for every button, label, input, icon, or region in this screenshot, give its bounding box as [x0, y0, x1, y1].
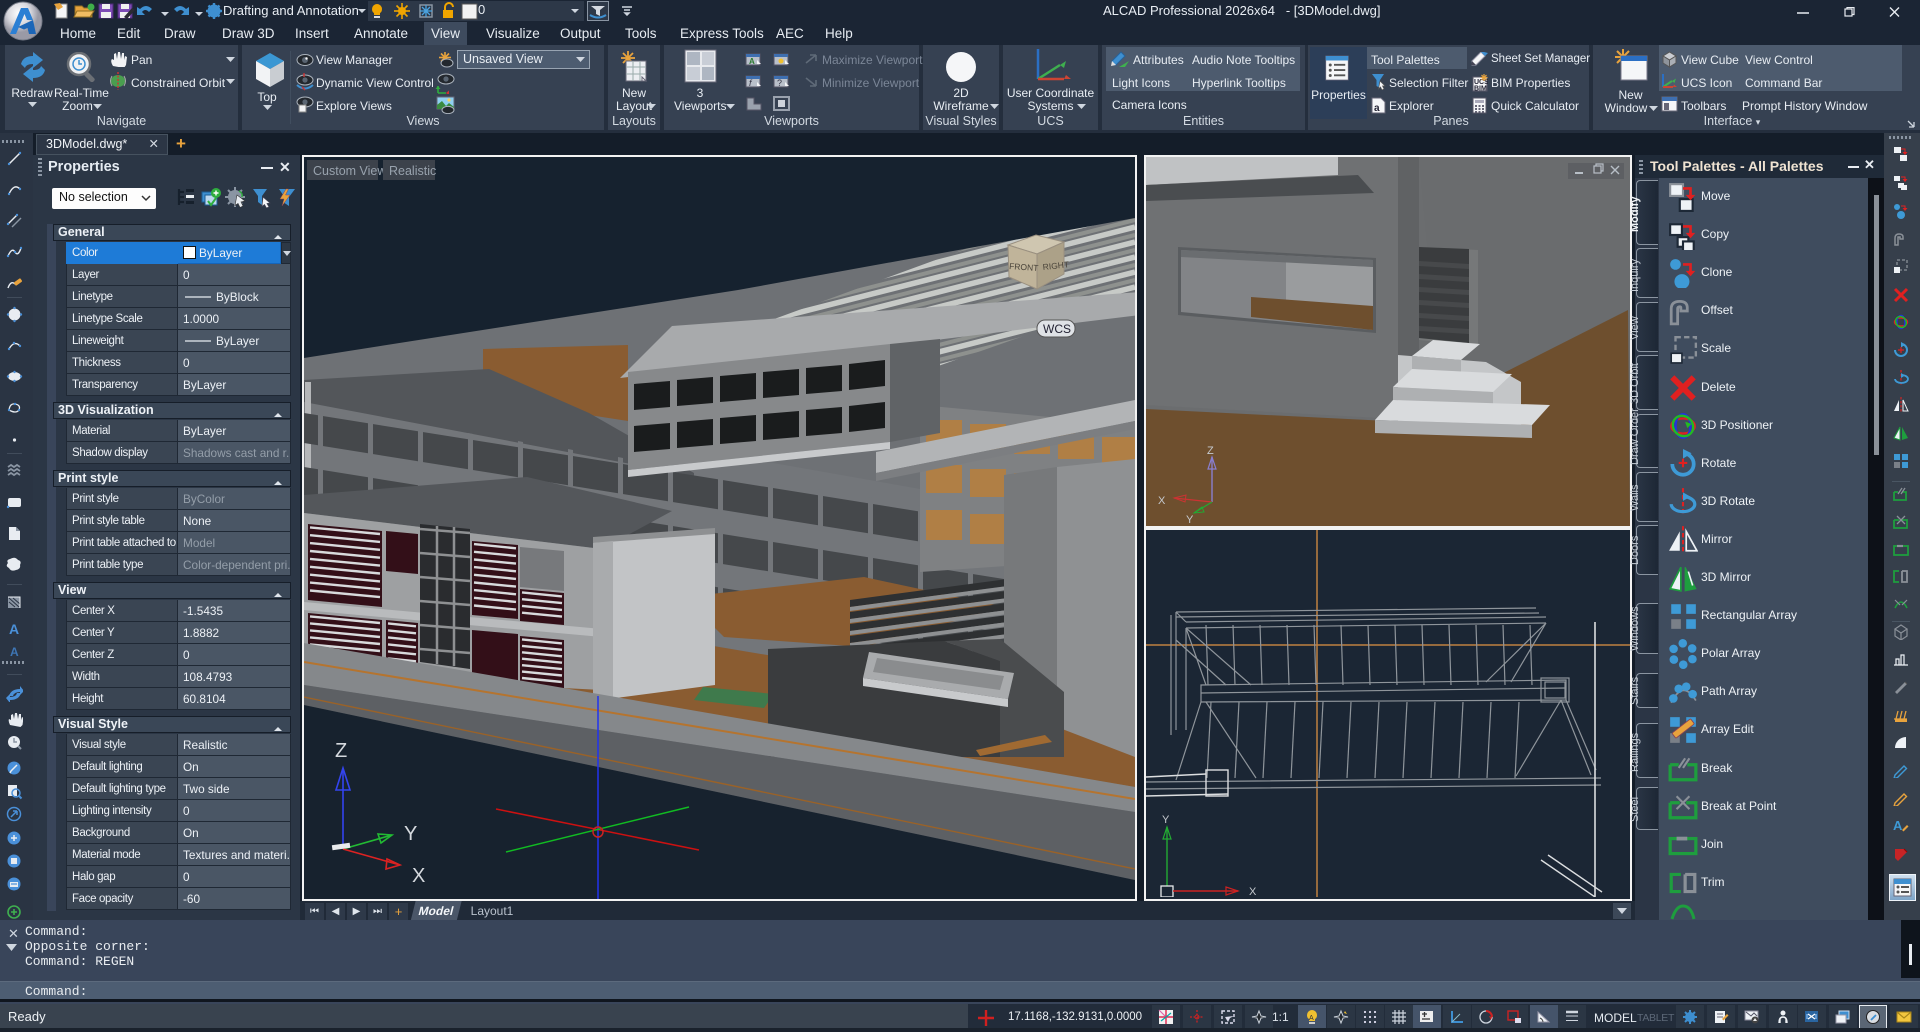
svg-text:Y: Y: [1186, 514, 1194, 526]
svg-text:BIM: BIM: [1474, 86, 1487, 93]
svg-text:Y: Y: [1162, 814, 1170, 826]
svg-text:WCS: WCS: [1043, 322, 1071, 336]
svg-text:Realistic: Realistic: [389, 164, 436, 178]
svg-text:A: A: [749, 57, 755, 66]
svg-text:Custom View: Custom View: [313, 164, 387, 178]
svg-text:?: ?: [777, 78, 782, 88]
svg-text:X: X: [412, 865, 425, 887]
svg-text:A: A: [1893, 818, 1903, 833]
svg-text:A: A: [1309, 1015, 1314, 1022]
svg-text:Z: Z: [335, 740, 347, 762]
svg-text:FRONT: FRONT: [1009, 261, 1039, 273]
svg-text:A: A: [10, 645, 19, 659]
svg-text:A: A: [9, 621, 19, 637]
svg-text:X: X: [1158, 495, 1166, 507]
svg-text:Y: Y: [404, 823, 417, 845]
svg-text:X: X: [1249, 886, 1257, 897]
svg-text:Z: Z: [1207, 445, 1214, 457]
svg-text:a: a: [1374, 103, 1380, 114]
